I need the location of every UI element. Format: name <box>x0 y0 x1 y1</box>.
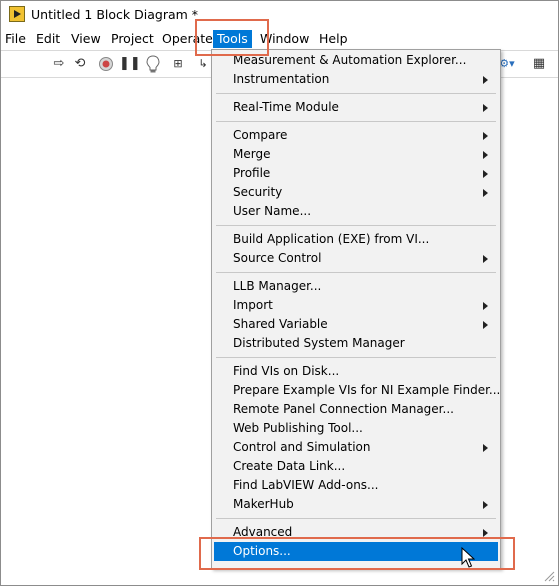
menu-item-label: Build Application (EXE) from VI... <box>233 232 430 246</box>
menu-item-remote-panel-connection-manager[interactable]: Remote Panel Connection Manager... <box>214 400 498 419</box>
menu-item-source-control[interactable]: Source Control <box>214 249 498 268</box>
menu-item-label: Find LabVIEW Add-ons... <box>233 478 379 492</box>
menu-separator <box>216 93 496 94</box>
submenu-arrow-icon <box>483 170 488 178</box>
highlight-execution-icon[interactable] <box>144 55 162 73</box>
submenu-arrow-icon <box>483 302 488 310</box>
pause-icon[interactable]: ❚❚ <box>119 55 141 73</box>
abort-icon[interactable] <box>97 55 115 73</box>
menu-item-web-publishing-tool[interactable]: Web Publishing Tool... <box>214 419 498 438</box>
menu-item-label: Create Data Link... <box>233 459 346 473</box>
menu-item-compare[interactable]: Compare <box>214 126 498 145</box>
menu-item-import[interactable]: Import <box>214 296 498 315</box>
menu-item-control-and-simulation[interactable]: Control and Simulation <box>214 438 498 457</box>
submenu-arrow-icon <box>483 76 488 84</box>
menu-item-profile[interactable]: Profile <box>214 164 498 183</box>
menu-item-label: LLB Manager... <box>233 279 322 293</box>
resize-grip-icon[interactable] <box>543 570 555 582</box>
tools-menu-callout <box>195 19 269 56</box>
submenu-arrow-icon <box>483 321 488 329</box>
run-arrow-icon[interactable]: ⇨ <box>50 55 68 73</box>
menu-item-merge[interactable]: Merge <box>214 145 498 164</box>
connector-pane-icon[interactable]: ▦ <box>530 55 548 73</box>
menu-item-find-vis-on-disk[interactable]: Find VIs on Disk... <box>214 362 498 381</box>
menu-item-label: Security <box>233 185 283 199</box>
menu-item-label: MakerHub <box>233 497 294 511</box>
menu-item-label: Prepare Example VIs for NI Example Finde… <box>233 383 501 397</box>
retain-wire-values-icon[interactable]: ⊞ <box>169 55 187 73</box>
step-into-icon[interactable]: ↳ <box>194 55 212 73</box>
mouse-cursor-icon <box>461 547 475 568</box>
submenu-arrow-icon <box>483 132 488 140</box>
submenu-arrow-icon <box>483 529 488 537</box>
labview-app-icon <box>9 6 25 22</box>
run-continuously-icon[interactable]: ⟲ <box>71 55 89 73</box>
menu-item-label: Distributed System Manager <box>233 336 405 350</box>
menu-item-label: Find VIs on Disk... <box>233 364 340 378</box>
menu-edit[interactable]: Edit <box>32 30 64 48</box>
menu-item-label: Shared Variable <box>233 317 328 331</box>
menu-item-user-name[interactable]: User Name... <box>214 202 498 221</box>
menu-separator <box>216 357 496 358</box>
menu-item-label: Profile <box>233 166 271 180</box>
menu-item-label: Merge <box>233 147 271 161</box>
menu-item-security[interactable]: Security <box>214 183 498 202</box>
submenu-arrow-icon <box>483 104 488 112</box>
menu-item-find-labview-add-ons[interactable]: Find LabVIEW Add-ons... <box>214 476 498 495</box>
menu-item-create-data-link[interactable]: Create Data Link... <box>214 457 498 476</box>
menu-project[interactable]: Project <box>107 30 158 48</box>
menu-item-distributed-system-manager[interactable]: Distributed System Manager <box>214 334 498 353</box>
menu-separator <box>216 225 496 226</box>
title-bar[interactable]: Untitled 1 Block Diagram * <box>1 1 558 28</box>
menu-bar: File Edit View Project Operate Tools Win… <box>1 29 558 49</box>
submenu-arrow-icon <box>483 189 488 197</box>
menu-item-label: Real-Time Module <box>233 100 339 114</box>
tools-dropdown-menu: Measurement & Automation Explorer... Ins… <box>211 49 501 569</box>
menu-item-label: Instrumentation <box>233 72 330 86</box>
menu-separator <box>216 272 496 273</box>
menu-item-label: User Name... <box>233 204 312 218</box>
menu-help[interactable]: Help <box>315 30 352 48</box>
menu-item-instrumentation[interactable]: Instrumentation <box>214 70 498 89</box>
menu-separator <box>216 121 496 122</box>
menu-item-prepare-example-vis[interactable]: Prepare Example VIs for NI Example Finde… <box>214 381 501 400</box>
menu-item-label: Compare <box>233 128 288 142</box>
menu-separator <box>216 518 496 519</box>
submenu-arrow-icon <box>483 444 488 452</box>
window-title: Untitled 1 Block Diagram * <box>31 7 199 22</box>
menu-item-label: Control and Simulation <box>233 440 371 454</box>
menu-file[interactable]: File <box>1 30 30 48</box>
menu-item-makerhub[interactable]: MakerHub <box>214 495 498 514</box>
menu-item-build-application[interactable]: Build Application (EXE) from VI... <box>214 230 498 249</box>
submenu-arrow-icon <box>483 255 488 263</box>
menu-view[interactable]: View <box>67 30 105 48</box>
menu-item-shared-variable[interactable]: Shared Variable <box>214 315 498 334</box>
menu-item-label: Remote Panel Connection Manager... <box>233 402 454 416</box>
menu-item-label: Source Control <box>233 251 322 265</box>
menu-item-label: Web Publishing Tool... <box>233 421 363 435</box>
submenu-arrow-icon <box>483 501 488 509</box>
menu-item-real-time-module[interactable]: Real-Time Module <box>214 98 498 117</box>
submenu-arrow-icon <box>483 151 488 159</box>
menu-item-label: Import <box>233 298 273 312</box>
menu-item-llb-manager[interactable]: LLB Manager... <box>214 277 498 296</box>
